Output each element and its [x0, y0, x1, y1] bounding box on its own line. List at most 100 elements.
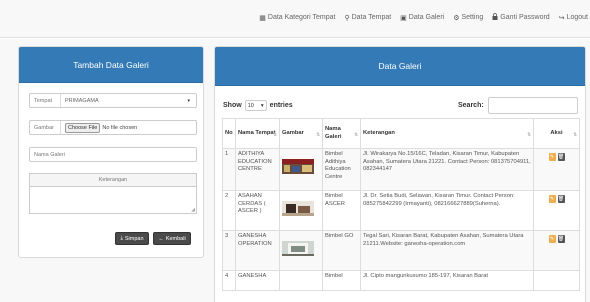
gallery-thumbnail[interactable]	[282, 241, 314, 256]
nav-item-label: Setting	[461, 14, 484, 21]
simpan-label: Simpan	[124, 235, 144, 242]
cell-no: 2	[222, 190, 236, 231]
grid-icon: ▦	[259, 14, 266, 22]
caret-down-icon: ▾	[260, 102, 264, 109]
cell-nama-tempat: GANESHA	[235, 270, 280, 291]
nav-item-logout[interactable]: ↪ Logout	[559, 13, 588, 22]
nav-item-data-galeri[interactable]: ▣ Data Galeri	[400, 13, 444, 22]
cell-no: 1	[222, 148, 236, 191]
cell-keterangan: Tegal Sari, Kisaran Barat, Kabupaten Asa…	[360, 230, 534, 271]
nav-item-label: Ganti Password	[500, 14, 550, 21]
save-icon: ⤓	[120, 235, 123, 241]
nav-item-label: Data Tempat	[351, 14, 392, 21]
tempat-label: Tempat	[34, 97, 53, 104]
cell-aksi: ✎ 🗑	[533, 230, 580, 271]
gambar-file-field: Gambar Choose File No file chosen	[29, 120, 197, 135]
entries-label: entries	[269, 102, 293, 109]
nav-item-data-kategori-tempat[interactable]: ▦ Data Kategori Tempat	[259, 13, 335, 22]
cell-nama-galeri: Bimbel GO	[322, 230, 361, 271]
picture-icon: ▣	[400, 14, 407, 22]
kembali-label: Kembali	[165, 235, 186, 242]
cell-nama-galeri: Bimbel	[322, 270, 361, 291]
column-header-aksi[interactable]: Aksi ⇅	[533, 118, 580, 149]
cell-keterangan: Jl. Wirakarya No.15/16C, Teladan, Kisara…	[360, 148, 534, 191]
nama-galeri-placeholder: Nama Galeri	[34, 151, 65, 158]
tempat-select[interactable]: Tempat PRIMAGAMA ▾	[29, 93, 197, 108]
panel-title: Tambah Data Galeri	[19, 47, 203, 83]
edit-button[interactable]: ✎	[548, 195, 556, 203]
column-header-nama-galeri[interactable]: Nama Galeri ⇅	[322, 118, 361, 149]
sort-icon: ⇅	[573, 132, 577, 137]
cell-aksi: ✎ 🗑	[533, 148, 580, 191]
arrow-left-icon: ←	[158, 235, 164, 242]
search-label: Search:	[458, 102, 484, 109]
column-header-no[interactable]: No	[222, 118, 236, 149]
edit-button[interactable]: ✎	[548, 153, 556, 161]
nav-item-label: Data Kategori Tempat	[267, 14, 336, 21]
gambar-label: Gambar	[34, 124, 54, 131]
nav-item-label: Data Galeri	[408, 14, 445, 21]
cell-aksi: ✎ 🗑	[533, 190, 580, 231]
cell-nama-galeri: Bimbel ASCER	[322, 190, 361, 231]
table-header-row: No Nama Tempat ⇅ Gambar ⇅ Nama Galeri ⇅ Ket…	[222, 118, 580, 149]
panel-title: Data Galeri	[215, 47, 585, 86]
keterangan-textarea[interactable]: ◢	[29, 186, 197, 214]
entries-value: 10	[247, 102, 254, 109]
cell-nama-tempat: GANESHA OPERATION	[235, 230, 280, 271]
kembali-button[interactable]: ← Kembali	[153, 232, 191, 245]
sort-icon: ⇅	[527, 132, 531, 137]
table-row: 1 ADITHIYA EDUCATION CENTRE Bimbel Adith…	[222, 148, 580, 191]
map-marker-icon: ⚲	[344, 14, 350, 22]
cell-nama-tempat: ASAHAN CERDAS ( ASCER )	[235, 190, 280, 231]
nav-item-label: Logout	[566, 14, 588, 21]
table-search: Search:	[458, 97, 578, 114]
simpan-button[interactable]: ⤓ Simpan	[115, 232, 149, 245]
entries-select[interactable]: 10 ▾	[244, 100, 267, 111]
edit-button[interactable]: ✎	[548, 235, 556, 243]
table-row: 3 GANESHA OPERATION Bimbel GO Tegal Sari…	[222, 230, 580, 271]
delete-button[interactable]: 🗑	[557, 195, 565, 203]
gallery-thumbnail[interactable]	[282, 201, 314, 216]
gear-icon: ⚙	[453, 14, 460, 22]
cell-gambar	[279, 190, 323, 231]
sort-icon: ⇅	[273, 132, 277, 137]
cell-gambar	[279, 148, 323, 191]
column-header-nama-tempat[interactable]: Nama Tempat ⇅	[235, 118, 280, 149]
cell-gambar	[279, 230, 323, 271]
nama-galeri-input[interactable]: Nama Galeri	[29, 147, 197, 162]
column-header-gambar[interactable]: Gambar ⇅	[279, 118, 323, 149]
delete-button[interactable]: 🗑	[557, 153, 565, 161]
nav-item-data-tempat[interactable]: ⚲ Data Tempat	[344, 13, 391, 22]
keterangan-label: Keterangan	[29, 173, 197, 186]
nav-item-ganti-password[interactable]: Ganti Password	[492, 13, 550, 22]
add-gallery-panel: Tambah Data Galeri Tempat PRIMAGAMA ▾ Ga…	[18, 46, 204, 258]
cell-nama-galeri: Bimbel Adithiya Education Centre	[322, 148, 361, 191]
gallery-table: No Nama Tempat ⇅ Gambar ⇅ Nama Galeri ⇅ Ket…	[222, 118, 580, 291]
divider	[60, 121, 61, 134]
gallery-thumbnail[interactable]	[282, 159, 314, 174]
show-label: Show	[223, 102, 242, 109]
no-file-text: No file chosen	[102, 124, 138, 131]
cell-nama-tempat: ADITHIYA EDUCATION CENTRE	[235, 148, 280, 191]
resize-handle-icon[interactable]: ◢	[191, 207, 195, 213]
lock-icon	[492, 13, 498, 22]
caret-down-icon: ▾	[187, 97, 190, 104]
tempat-selected-value: PRIMAGAMA	[65, 97, 99, 104]
table-row: 2 ASAHAN CERDAS ( ASCER ) Bimbel ASCER J…	[222, 190, 580, 231]
logout-icon: ↪	[558, 14, 565, 22]
search-input[interactable]	[487, 97, 578, 114]
gallery-data-panel: Data Galeri Show 10 ▾ entries Search: No…	[214, 46, 586, 302]
choose-file-button[interactable]: Choose File	[65, 122, 101, 133]
sort-icon: ⇅	[354, 132, 358, 137]
navbar-menu: ▦ Data Kategori Tempat ⚲ Data Tempat ▣ D…	[259, 13, 588, 22]
cell-gambar	[279, 270, 323, 291]
top-navbar: ▦ Data Kategori Tempat ⚲ Data Tempat ▣ D…	[0, 0, 590, 38]
cell-no: 3	[222, 230, 236, 271]
column-header-keterangan[interactable]: Keterangan ⇅	[360, 118, 534, 149]
delete-button[interactable]: 🗑	[557, 235, 565, 243]
cell-keterangan: Jl. Cipto mangunkusumo 185-197, Kisaran …	[360, 270, 534, 291]
sort-icon: ⇅	[316, 132, 320, 137]
cell-keterangan: Jl. Dr. Setia Budi, Selawan, Kisaran Tim…	[360, 190, 534, 231]
entries-length-control: Show 10 ▾ entries	[223, 100, 293, 111]
nav-item-setting[interactable]: ⚙ Setting	[453, 13, 483, 22]
